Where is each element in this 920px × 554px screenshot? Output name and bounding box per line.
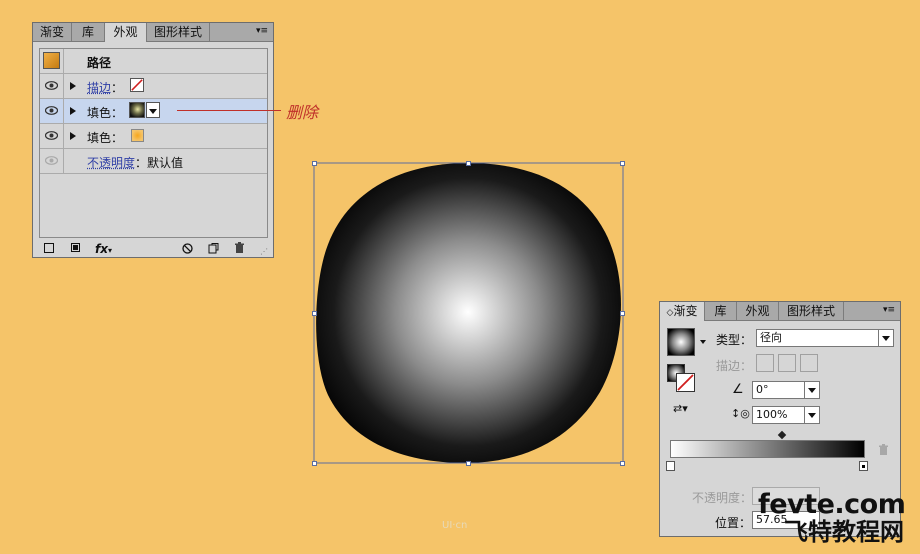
- eye-icon: [45, 156, 58, 165]
- gradient-tabbar: ◇渐变 库 外观 图形样式 ▾≡: [660, 302, 900, 321]
- aspect-ratio-field[interactable]: 100%: [752, 406, 820, 424]
- stroke-label[interactable]: 描边: [87, 81, 111, 95]
- stroke-row[interactable]: 描边：: [40, 74, 267, 99]
- new-stroke-icon[interactable]: [44, 243, 54, 253]
- appearance-tabbar: 渐变 库 外观 图形样式 ▾≡: [33, 23, 273, 42]
- opacity-label[interactable]: 不透明度: [87, 156, 135, 170]
- stroke-colon: ：: [111, 81, 124, 95]
- tab-gradient[interactable]: 渐变: [33, 23, 72, 41]
- gradient-ramp[interactable]: [670, 440, 865, 458]
- new-fill-icon[interactable]: [71, 243, 80, 252]
- clear-icon[interactable]: [182, 243, 193, 254]
- appearance-toolbar: fx▾ ⋰: [33, 240, 273, 257]
- panel-menu-icon[interactable]: ▾≡: [255, 25, 269, 37]
- aspect-ratio-icon: ↕◎: [731, 407, 750, 420]
- stroke-label: 描边：: [716, 359, 753, 373]
- path-thumb-cell: [40, 49, 64, 73]
- bbox-handle[interactable]: [312, 461, 317, 466]
- tab-appearance[interactable]: 外观: [105, 23, 147, 42]
- chevron-down-icon[interactable]: [804, 407, 819, 423]
- gradient-blob-shape[interactable]: [316, 163, 621, 463]
- duplicate-icon[interactable]: [208, 243, 219, 254]
- opacity-label-group[interactable]: 不透明度：默认值: [87, 154, 183, 171]
- midpoint-diamond[interactable]: [777, 430, 787, 440]
- expand-arrow-icon[interactable]: [70, 107, 76, 115]
- expand-arrow-icon[interactable]: [70, 132, 76, 140]
- stroke-none-swatch-icon[interactable]: [676, 373, 695, 392]
- watermark-subtitle: 飞特教程网: [784, 518, 904, 546]
- fill-label-group: 填色：: [87, 129, 123, 146]
- fill-colon: ：: [111, 106, 124, 120]
- stroke-along-icon: [778, 354, 796, 372]
- bbox-handle[interactable]: [312, 311, 317, 316]
- tab-gradient[interactable]: ◇渐变: [660, 302, 705, 321]
- gradient-thumbnail[interactable]: [667, 328, 695, 356]
- stroke-across-icon: [800, 354, 818, 372]
- selection-bounding-box: [313, 162, 624, 464]
- angle-icon: ∠: [732, 382, 744, 397]
- aspect-ratio-value: 100%: [756, 408, 788, 421]
- panel-menu-icon[interactable]: ▾≡: [882, 304, 896, 316]
- eye-icon[interactable]: [45, 106, 58, 115]
- fill-label: 填色: [87, 131, 112, 145]
- tab-appearance[interactable]: 外观: [737, 302, 779, 320]
- fill-visibility-cell[interactable]: [40, 99, 64, 123]
- tab-graphic-styles[interactable]: 图形样式: [779, 302, 844, 320]
- fill-row-selected[interactable]: 填色：: [40, 99, 267, 124]
- fill-dropdown-arrow[interactable]: [146, 102, 160, 118]
- bbox-handle[interactable]: [620, 461, 625, 466]
- bbox-handle[interactable]: [466, 461, 471, 466]
- type-value: 径向: [760, 331, 782, 344]
- radial-gradient-swatch[interactable]: [129, 102, 145, 118]
- stroke-none-swatch[interactable]: [130, 78, 144, 92]
- chevron-down-icon[interactable]: [878, 330, 893, 346]
- orange-fill-swatch[interactable]: [131, 129, 144, 142]
- stroke-visibility-cell[interactable]: [40, 74, 64, 98]
- delete-stop-icon: [879, 444, 888, 455]
- type-label: 类型：: [716, 333, 753, 347]
- stroke-label-group[interactable]: 描边：: [87, 79, 123, 96]
- appearance-list: 路径 描边： 填色： 填色： 不透明度：默认值: [39, 48, 268, 238]
- opacity-value: 默认值: [147, 156, 184, 170]
- chevron-down-icon[interactable]: [804, 382, 819, 398]
- path-header-row[interactable]: 路径: [40, 49, 267, 74]
- fill-row[interactable]: 填色：: [40, 124, 267, 149]
- position-label: 位置：: [715, 516, 752, 530]
- expand-arrow-icon[interactable]: [70, 82, 76, 90]
- fx-icon[interactable]: fx▾: [95, 242, 112, 258]
- stroke-within-icon: [756, 354, 774, 372]
- resize-grip-icon[interactable]: ⋰: [260, 245, 268, 259]
- watermark-small: UI·cn: [442, 520, 468, 531]
- opacity-row[interactable]: 不透明度：默认值: [40, 149, 267, 174]
- bbox-handle[interactable]: [312, 161, 317, 166]
- thumbnail-dropdown-arrow[interactable]: [700, 340, 706, 344]
- annotation-text: 删除: [286, 103, 319, 122]
- color-stop-white[interactable]: [666, 461, 675, 471]
- fill-label: 填色: [87, 106, 112, 120]
- path-thumbnail-icon: [43, 52, 60, 69]
- fill-colon: ：: [111, 131, 124, 145]
- delete-icon[interactable]: [234, 242, 245, 254]
- bbox-handle[interactable]: [466, 161, 471, 166]
- type-dropdown[interactable]: 径向: [756, 329, 894, 347]
- fill-visibility-cell[interactable]: [40, 124, 64, 148]
- opacity-visibility-cell: [40, 149, 64, 173]
- tab-graphic-styles[interactable]: 图形样式: [147, 23, 210, 41]
- fill-label-group: 填色：: [87, 104, 123, 121]
- tab-library[interactable]: 库: [705, 302, 737, 320]
- angle-value: 0°: [756, 383, 769, 396]
- eye-icon[interactable]: [45, 131, 58, 140]
- angle-field[interactable]: 0°: [752, 381, 820, 399]
- appearance-panel: 渐变 库 外观 图形样式 ▾≡ 路径 描边： 填色： 填色： 不透明度：默认值 …: [32, 22, 274, 258]
- tab-library[interactable]: 库: [72, 23, 105, 41]
- opacity-label: 不透明度：: [692, 491, 753, 505]
- eye-icon[interactable]: [45, 81, 58, 90]
- bbox-handle[interactable]: [620, 161, 625, 166]
- opacity-colon: ：: [135, 156, 148, 170]
- reverse-gradient-icon[interactable]: ⇄▾: [673, 402, 688, 415]
- bbox-handle[interactable]: [620, 311, 625, 316]
- color-stop-black[interactable]: [859, 461, 868, 471]
- path-title: 路径: [87, 56, 112, 70]
- annotation-line: [177, 110, 281, 111]
